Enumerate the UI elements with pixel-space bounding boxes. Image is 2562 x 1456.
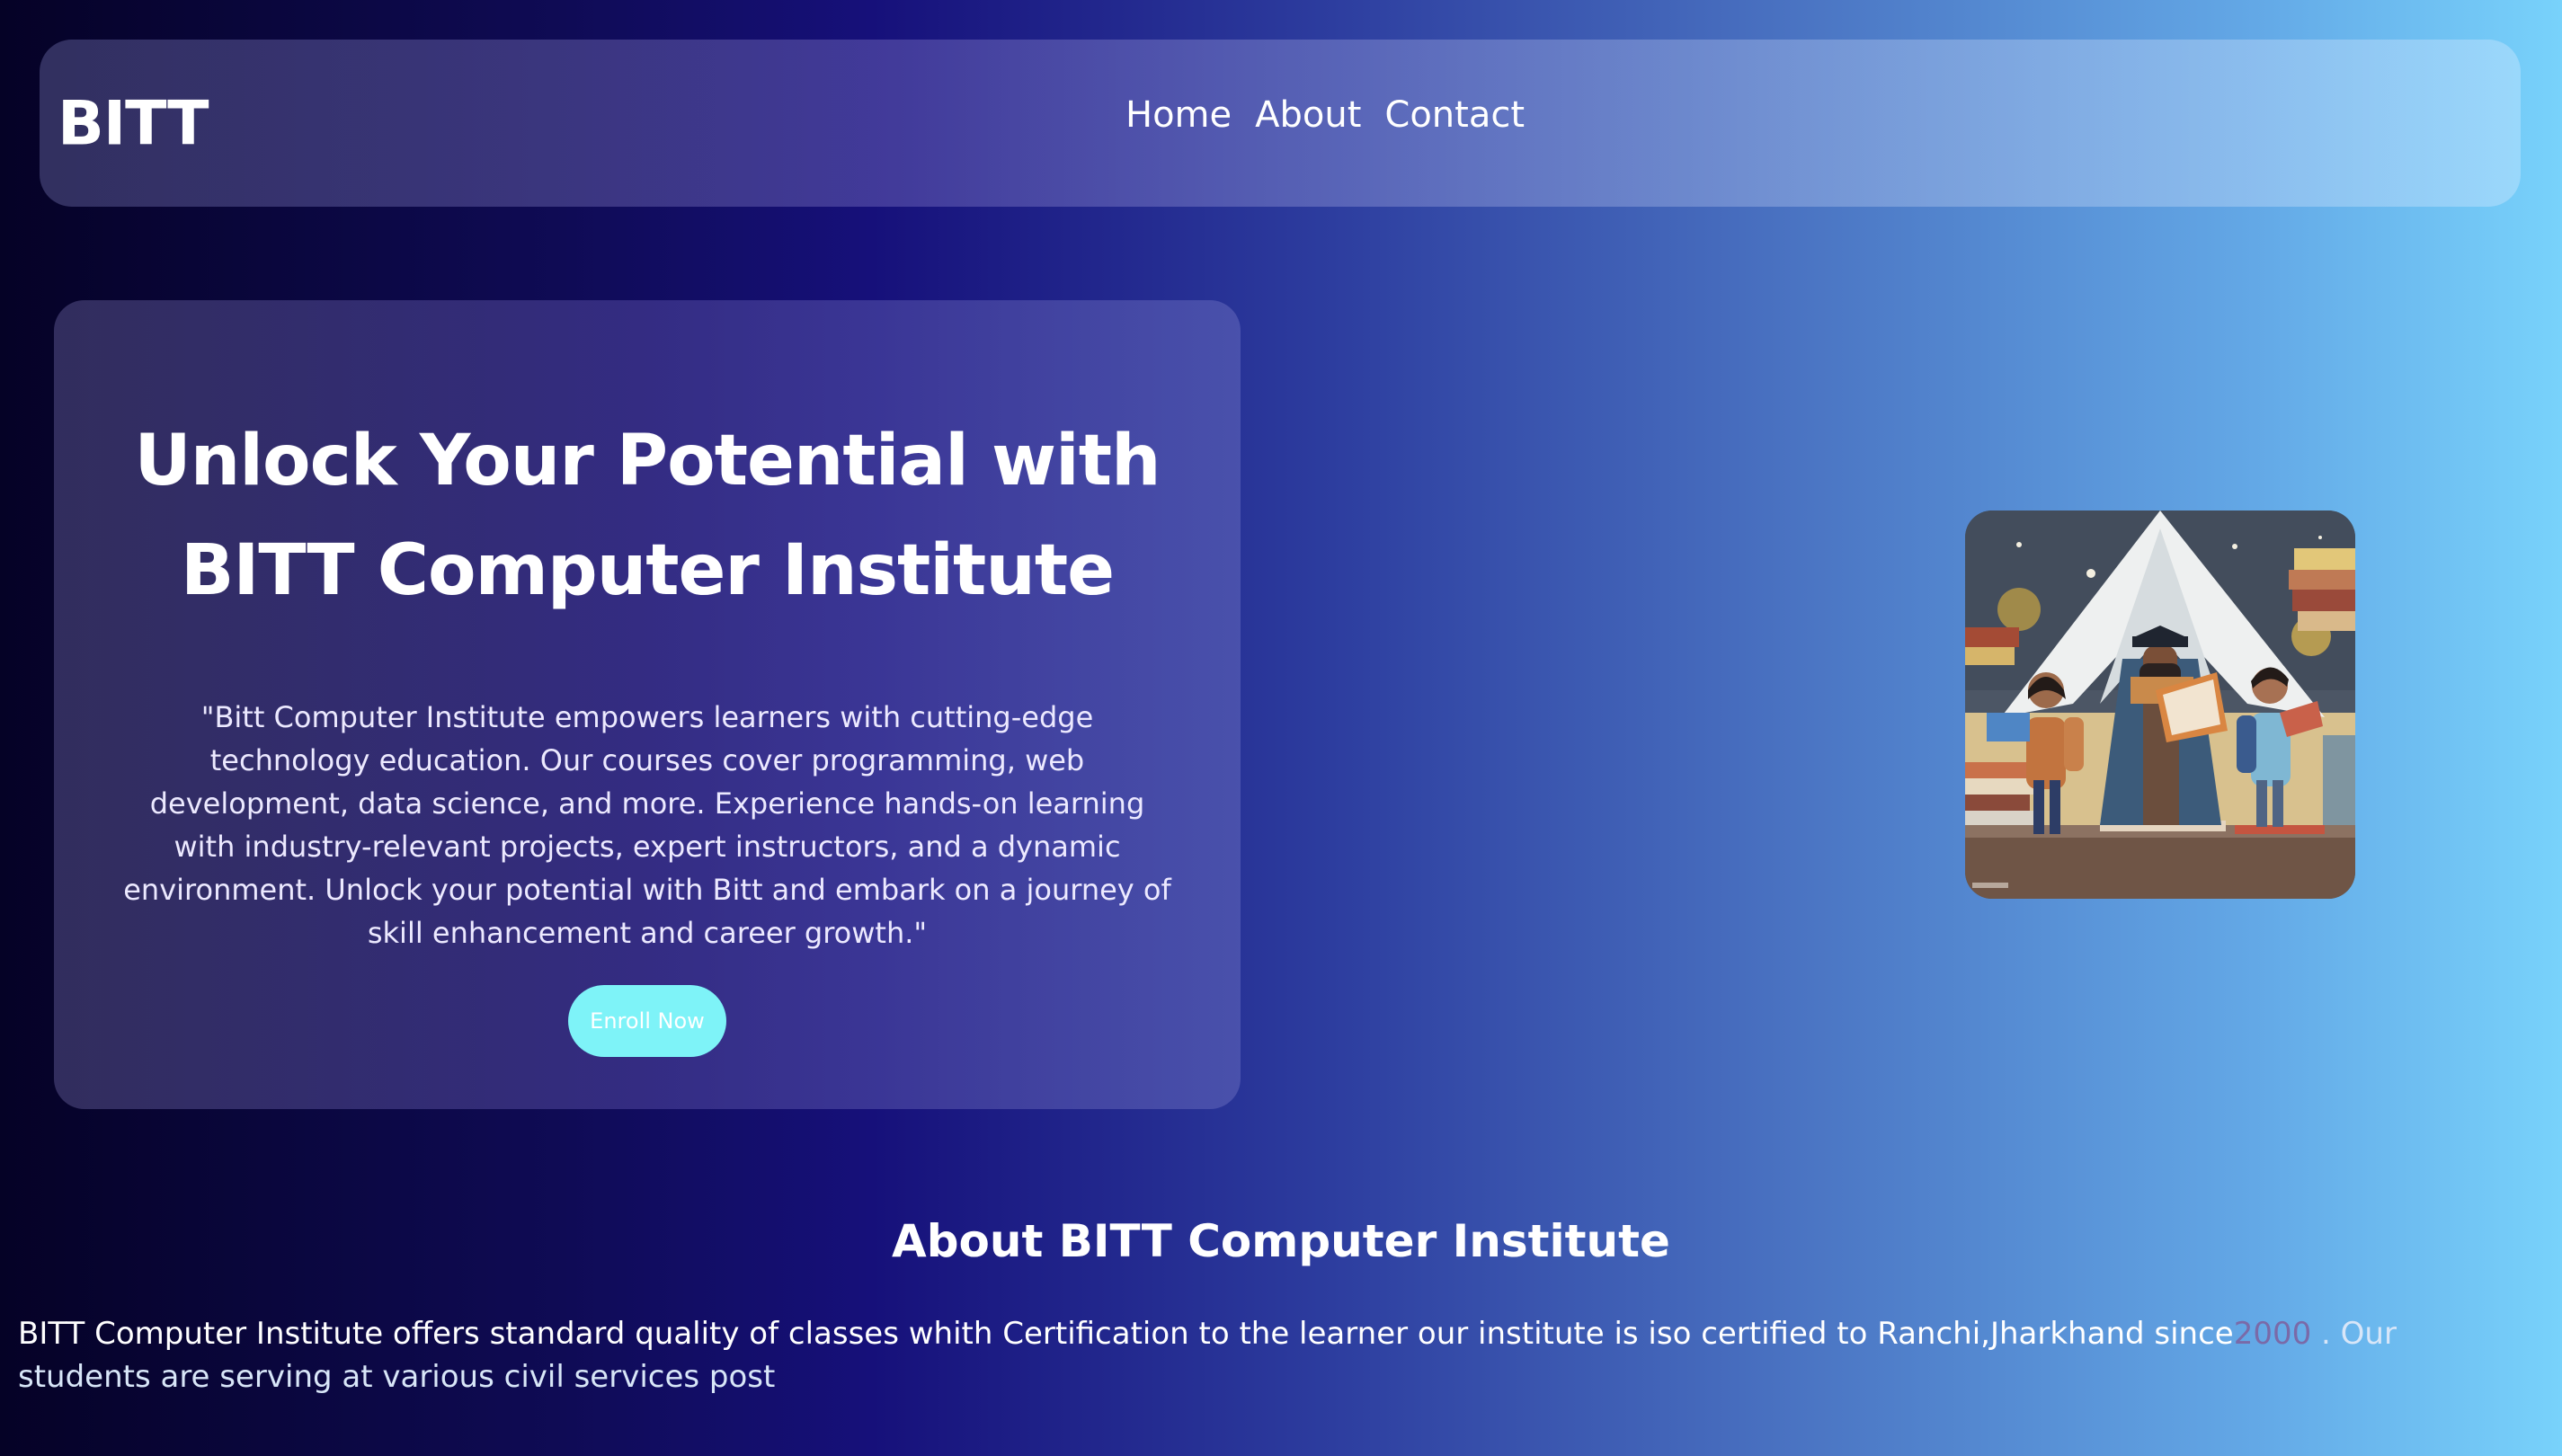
hero-card: Unlock Your Potential with BITT Computer… bbox=[54, 300, 1241, 1109]
hero-description: "Bitt Computer Institute empowers learne… bbox=[123, 700, 1171, 950]
nav-link-about[interactable]: About bbox=[1255, 94, 1361, 136]
about-text: BITT Computer Institute offers standard … bbox=[18, 1312, 2535, 1398]
navbar: BITT Home About Contact bbox=[40, 40, 2521, 207]
nav-link-contact[interactable]: Contact bbox=[1384, 94, 1525, 136]
enroll-now-button[interactable]: Enroll Now bbox=[568, 985, 726, 1057]
hero-title: Unlock Your Potential with BITT Computer… bbox=[54, 406, 1241, 626]
about-text-main: BITT Computer Institute offers standard … bbox=[18, 1316, 2234, 1352]
brand-logo[interactable]: BITT bbox=[58, 89, 209, 160]
about-heading: About BITT Computer Institute bbox=[892, 1215, 1670, 1267]
hero-illustration bbox=[1965, 510, 2355, 899]
hero-title-line1: Unlock Your Potential with bbox=[134, 421, 1161, 502]
nav-link-home[interactable]: Home bbox=[1125, 94, 1232, 136]
about-year: 2000 bbox=[2233, 1316, 2312, 1352]
hero-title-line2: BITT Computer Institute bbox=[180, 530, 1115, 611]
nav-links: Home About Contact bbox=[1125, 94, 1525, 136]
